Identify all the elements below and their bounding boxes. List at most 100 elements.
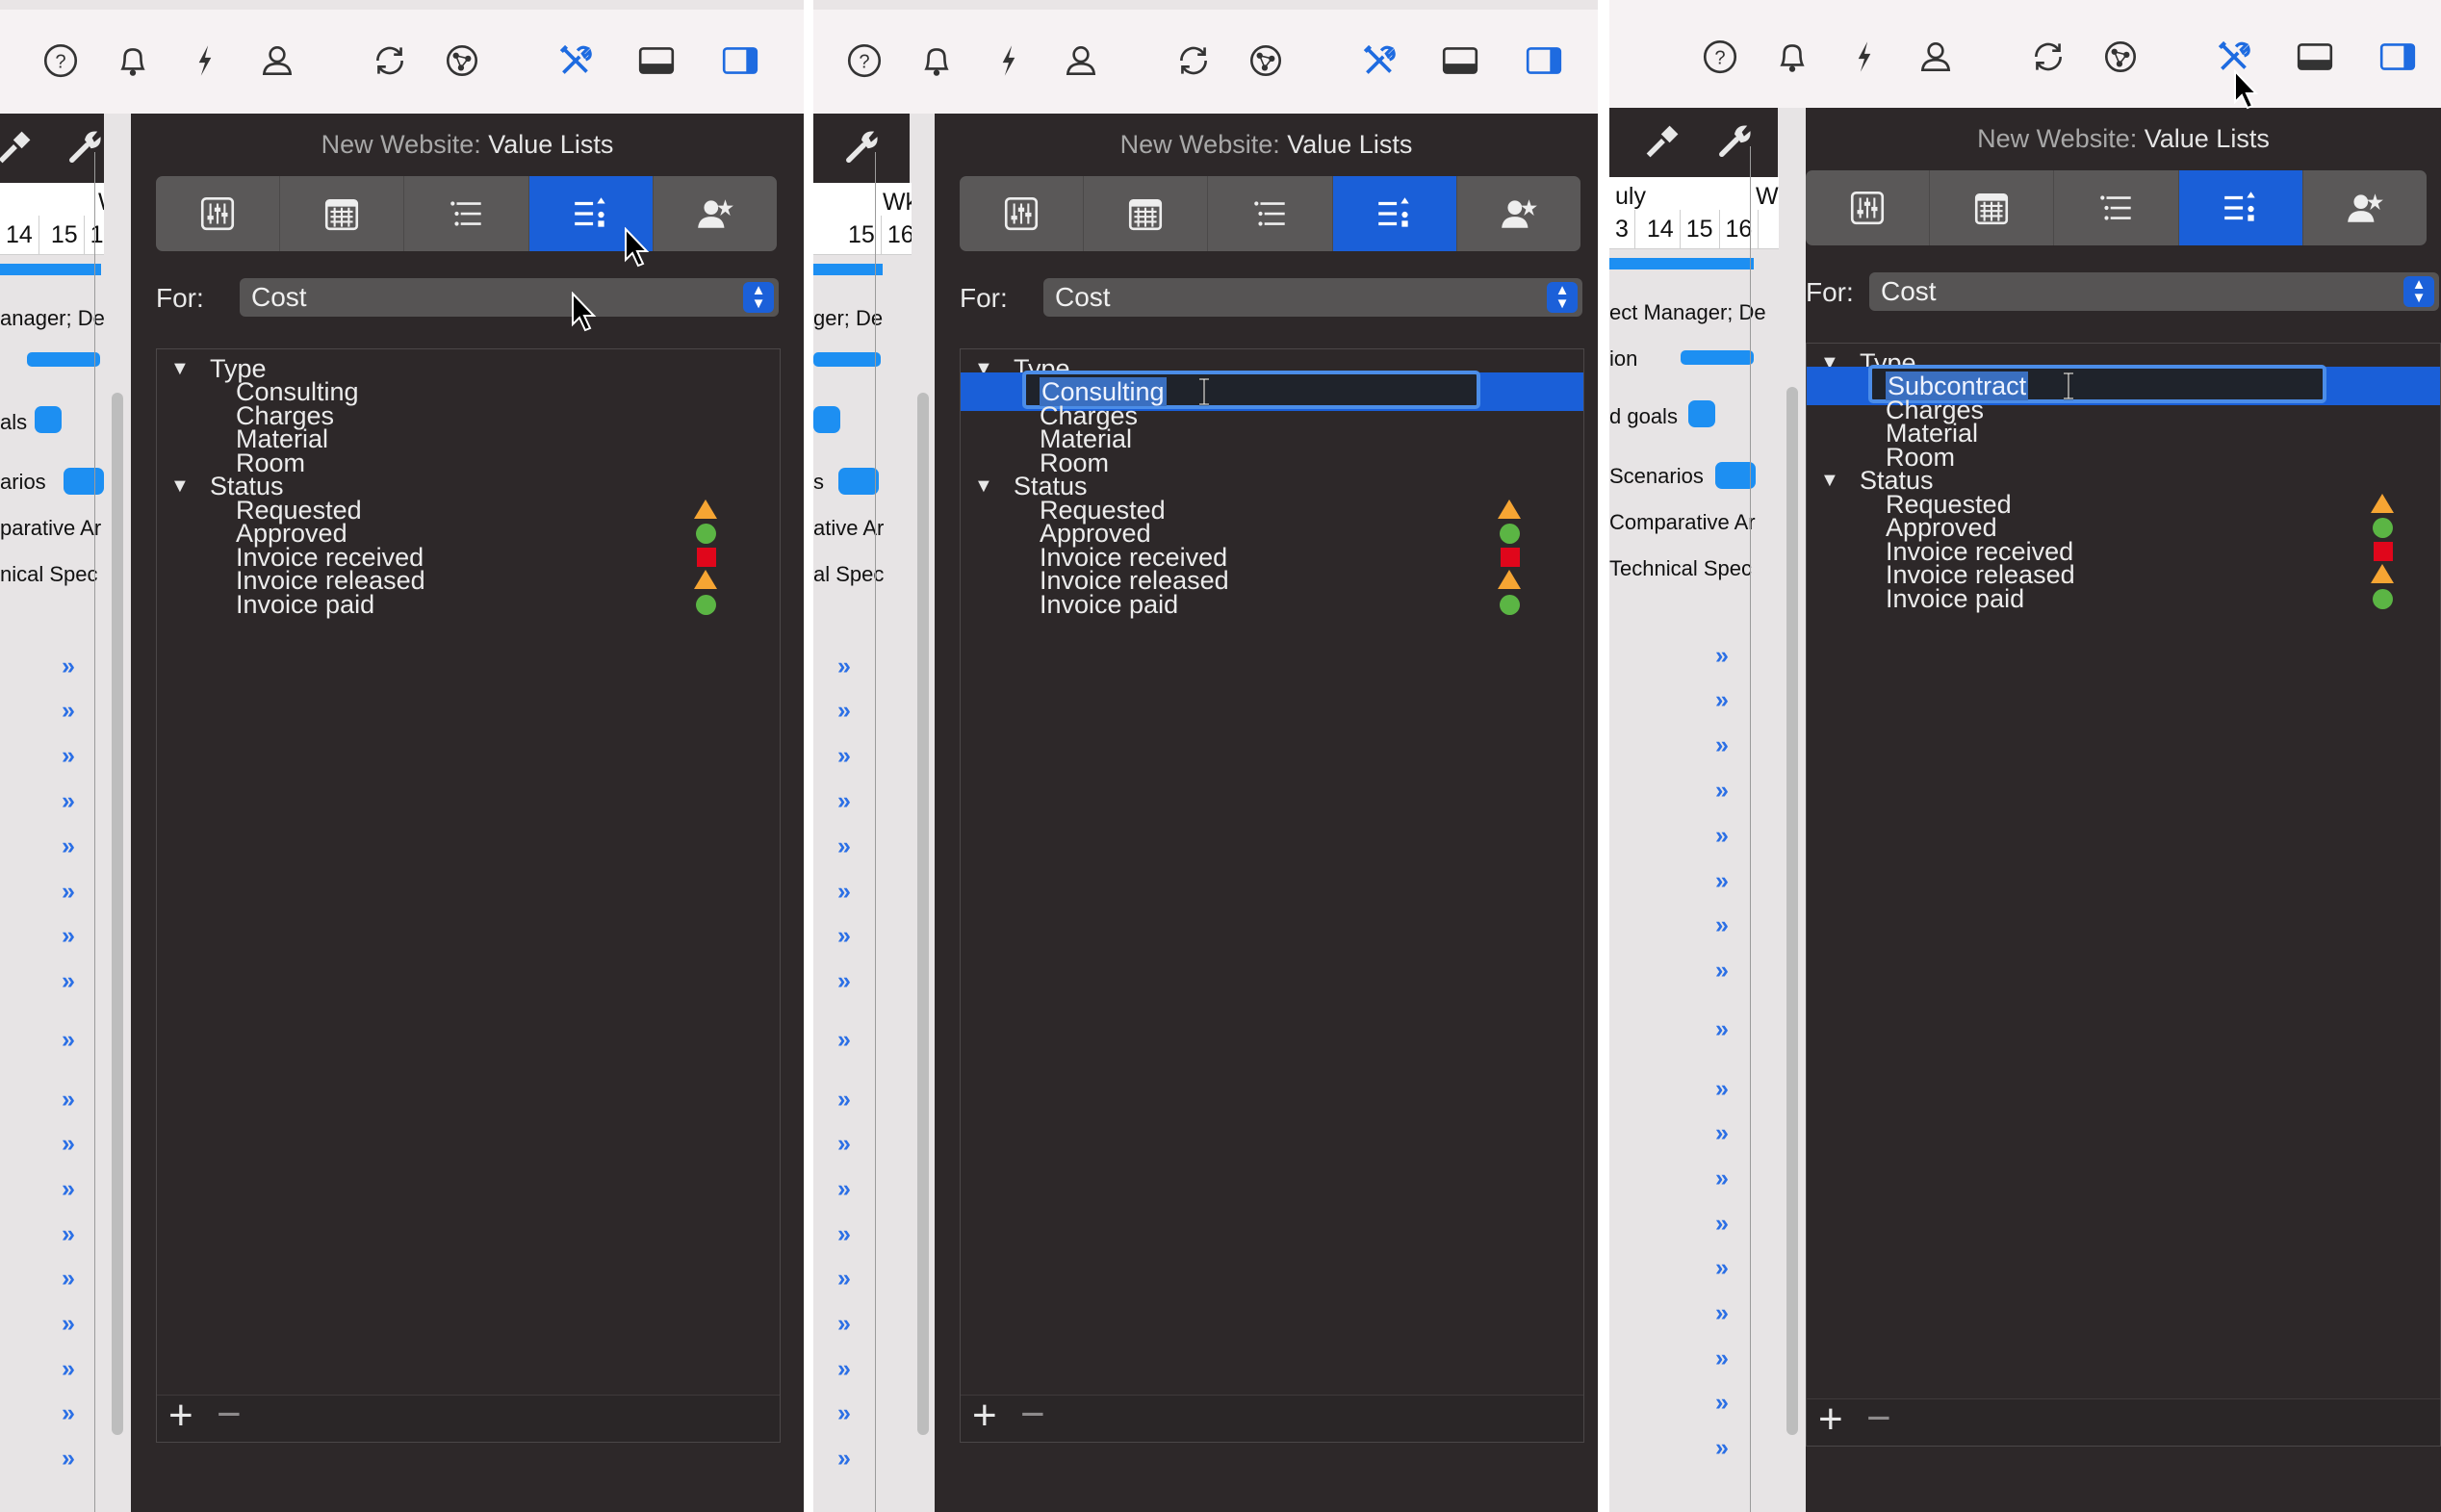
gantt-node[interactable]: [64, 468, 104, 495]
for-select[interactable]: Cost ▲ ▼: [240, 278, 779, 317]
chevron-icon[interactable]: »: [837, 922, 851, 950]
network-icon[interactable]: [1242, 37, 1290, 85]
chevron-icon[interactable]: »: [62, 1130, 75, 1158]
chevron-icon[interactable]: »: [1715, 867, 1729, 895]
list-tab[interactable]: [2054, 170, 2179, 245]
calendar-tab[interactable]: [1084, 176, 1209, 251]
chevron-icon[interactable]: »: [837, 1175, 851, 1203]
scrollbar[interactable]: [112, 393, 123, 1435]
remove-button[interactable]: −: [1866, 1395, 1891, 1443]
chevron-icon[interactable]: »: [1715, 911, 1729, 939]
for-select[interactable]: Cost ▲ ▼: [1043, 278, 1582, 317]
chevron-icon[interactable]: »: [1715, 1210, 1729, 1238]
bottom-pane-icon[interactable]: [632, 37, 681, 85]
gantt-bar[interactable]: [1609, 258, 1754, 269]
settings-tab[interactable]: [960, 176, 1085, 251]
chevron-icon[interactable]: »: [837, 1220, 851, 1248]
chevron-icon[interactable]: »: [1715, 731, 1729, 759]
chevron-icon[interactable]: »: [837, 1445, 851, 1473]
chevron-icon[interactable]: »: [1715, 1345, 1729, 1372]
network-icon[interactable]: [438, 37, 486, 85]
list-item[interactable]: Invoice paid: [1807, 579, 2440, 618]
chevron-icon[interactable]: »: [837, 1310, 851, 1338]
chevron-icon[interactable]: »: [1715, 686, 1729, 714]
resources-tab[interactable]: [2303, 170, 2427, 245]
lightning-icon[interactable]: [1840, 33, 1889, 81]
chevron-icon[interactable]: »: [62, 1086, 75, 1114]
list-tab[interactable]: [404, 176, 529, 251]
person-icon[interactable]: [253, 37, 301, 85]
network-icon[interactable]: [2096, 33, 2145, 81]
chevron-icon[interactable]: »: [837, 742, 851, 770]
chevron-icon[interactable]: »: [837, 967, 851, 995]
tools-icon[interactable]: [552, 37, 600, 85]
bottom-pane-icon[interactable]: [1436, 37, 1484, 85]
chevron-icon[interactable]: »: [1715, 1015, 1729, 1043]
chevron-icon[interactable]: »: [837, 1026, 851, 1054]
chevron-icon[interactable]: »: [1715, 1389, 1729, 1417]
chevron-icon[interactable]: »: [62, 1399, 75, 1427]
gantt-milestone[interactable]: [1681, 350, 1754, 365]
resources-tab[interactable]: [1457, 176, 1580, 251]
bell-icon[interactable]: [912, 37, 961, 85]
person-icon[interactable]: [1912, 33, 1960, 81]
gantt-milestone[interactable]: [27, 352, 100, 367]
gantt-milestone[interactable]: [813, 352, 881, 367]
chevron-icon[interactable]: »: [837, 878, 851, 906]
scrollbar[interactable]: [917, 393, 929, 1435]
chevron-icon[interactable]: »: [837, 787, 851, 815]
list-tab[interactable]: [1208, 176, 1333, 251]
brush-icon[interactable]: [1642, 119, 1684, 162]
calendar-tab[interactable]: [280, 176, 405, 251]
chevron-icon[interactable]: »: [62, 742, 75, 770]
lightning-icon[interactable]: [985, 37, 1033, 85]
brush-icon[interactable]: [0, 125, 37, 167]
help-icon[interactable]: ?: [37, 37, 85, 85]
refresh-icon[interactable]: [2024, 33, 2072, 81]
add-button[interactable]: +: [972, 1392, 997, 1440]
chevron-icon[interactable]: »: [62, 1355, 75, 1383]
value-lists-tab[interactable]: [1332, 176, 1457, 251]
help-icon[interactable]: ?: [840, 37, 888, 85]
chevron-icon[interactable]: »: [837, 653, 851, 680]
list-item[interactable]: Invoice paid: [961, 585, 1583, 624]
side-pane-icon[interactable]: [2374, 33, 2422, 81]
chevron-icon[interactable]: »: [62, 1445, 75, 1473]
chevron-icon[interactable]: »: [837, 1265, 851, 1293]
chevron-icon[interactable]: »: [62, 1220, 75, 1248]
chevron-icon[interactable]: »: [62, 922, 75, 950]
chevron-icon[interactable]: »: [837, 1130, 851, 1158]
chevron-icon[interactable]: »: [1715, 777, 1729, 805]
scrollbar[interactable]: [1786, 387, 1798, 1435]
lightning-icon[interactable]: [181, 37, 229, 85]
chevron-icon[interactable]: »: [1715, 1254, 1729, 1282]
for-select[interactable]: Cost ▲ ▼: [1869, 272, 2439, 311]
gantt-node[interactable]: [1688, 400, 1715, 427]
chevron-icon[interactable]: »: [62, 1265, 75, 1293]
gantt-node[interactable]: [35, 406, 62, 433]
side-pane-icon[interactable]: [1520, 37, 1568, 85]
value-lists-tab[interactable]: [2178, 170, 2303, 245]
chevron-icon[interactable]: »: [837, 1355, 851, 1383]
chevron-icon[interactable]: »: [837, 1086, 851, 1114]
chevron-icon[interactable]: »: [62, 1026, 75, 1054]
settings-tab[interactable]: [156, 176, 281, 251]
gantt-node[interactable]: [838, 468, 879, 495]
wrench-icon[interactable]: [64, 125, 106, 167]
chevron-icon[interactable]: »: [62, 833, 75, 860]
settings-tab[interactable]: [1806, 170, 1931, 245]
chevron-icon[interactable]: »: [62, 653, 75, 680]
calendar-tab[interactable]: [1930, 170, 2055, 245]
chevron-icon[interactable]: »: [1715, 1119, 1729, 1147]
chevron-icon[interactable]: »: [1715, 1075, 1729, 1103]
chevron-icon[interactable]: »: [62, 787, 75, 815]
chevron-icon[interactable]: »: [62, 697, 75, 725]
resources-tab[interactable]: [654, 176, 777, 251]
remove-button[interactable]: −: [1020, 1391, 1045, 1439]
chevron-icon[interactable]: »: [1715, 1299, 1729, 1327]
chevron-icon[interactable]: »: [62, 967, 75, 995]
bottom-pane-icon[interactable]: [2291, 33, 2339, 81]
person-icon[interactable]: [1057, 37, 1105, 85]
chevron-icon[interactable]: »: [1715, 957, 1729, 985]
chevron-icon[interactable]: »: [1715, 1434, 1729, 1462]
